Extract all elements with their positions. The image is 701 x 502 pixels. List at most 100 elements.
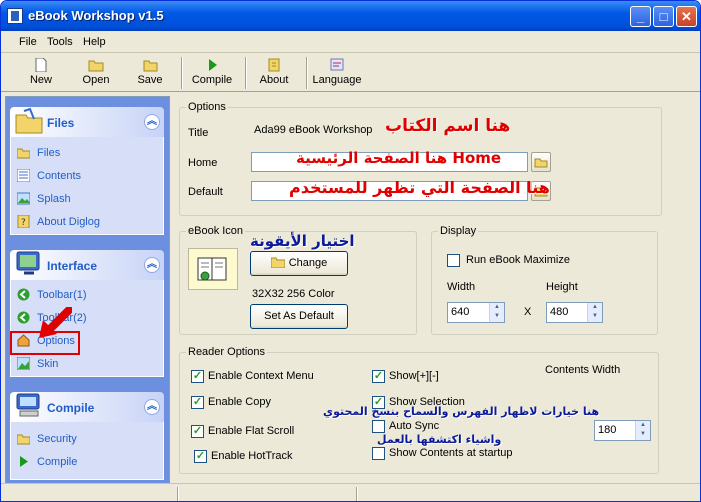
annotation-user-page: هنا الصفحة التي تظهر للمستخدم bbox=[289, 178, 550, 197]
title-bar[interactable]: eBook Workshop v1.5 _ □ ✕ bbox=[1, 1, 700, 31]
spin-arrows-icon[interactable]: ▲ ▼ bbox=[635, 421, 650, 440]
open-folder-icon bbox=[88, 60, 104, 72]
sidebar-item-label: Skin bbox=[37, 358, 59, 370]
ebook-icon-preview bbox=[188, 248, 238, 290]
icon-size-label: 32X32 256 Color bbox=[252, 288, 335, 300]
compile-group-title: Compile bbox=[47, 401, 95, 415]
language-label: Language bbox=[312, 74, 362, 86]
status-bar bbox=[1, 483, 700, 501]
menu-file[interactable]: File bbox=[19, 36, 37, 48]
options-group: Options Title Ada99 eBook Workshop Home … bbox=[179, 101, 662, 216]
menu-bar: File Tools Help bbox=[1, 31, 700, 53]
spin-arrows-icon[interactable]: ▲ ▼ bbox=[587, 303, 602, 322]
menu-tools[interactable]: Tools bbox=[47, 36, 73, 48]
show-contents-label: Show Contents at startup bbox=[389, 447, 513, 459]
status-separator bbox=[356, 487, 358, 501]
change-icon-button[interactable]: Change bbox=[250, 251, 348, 276]
folder-icon bbox=[17, 148, 30, 159]
window-title: eBook Workshop v1.5 bbox=[28, 8, 164, 23]
show-contents-checkbox[interactable]: ✓ bbox=[372, 447, 385, 460]
sidebar: Files ︽ Files Contents Splash ? About Dig… bbox=[5, 96, 170, 490]
app-icon bbox=[7, 8, 23, 24]
app-window: eBook Workshop v1.5 _ □ ✕ File Tools Hel… bbox=[0, 0, 701, 502]
language-button[interactable]: Language bbox=[311, 55, 363, 91]
help-icon: ? bbox=[17, 215, 30, 228]
hottrack-checkbox[interactable]: ✓ bbox=[194, 450, 207, 463]
copy-checkbox[interactable]: ✓ bbox=[191, 396, 204, 409]
status-separator bbox=[177, 487, 179, 501]
arrow-left-icon bbox=[17, 311, 30, 324]
contents-width-spinner[interactable]: 180 ▲ ▼ bbox=[594, 420, 651, 441]
run-maximize-checkbox[interactable]: ✓ bbox=[447, 254, 460, 267]
reader-options-legend: Reader Options bbox=[186, 346, 268, 358]
red-arrow-icon bbox=[39, 307, 72, 338]
annotation-reader-note-1: هنا خيارات لاظهار الفهرس والسماح بنسخ ال… bbox=[323, 405, 600, 418]
sidebar-item-label: Files bbox=[37, 147, 61, 159]
height-value: 480 bbox=[550, 306, 569, 318]
about-button[interactable]: About bbox=[250, 55, 298, 91]
width-value: 640 bbox=[451, 306, 470, 318]
set-as-default-button[interactable]: Set As Default bbox=[250, 304, 348, 329]
annotation-reader-note-2: واشياء اكتشفها بالعمل bbox=[377, 433, 502, 446]
ebook-icon-legend: eBook Icon bbox=[186, 225, 246, 237]
show-plus-minus-label: Show[+][-] bbox=[389, 370, 439, 382]
compile-button[interactable]: Compile bbox=[188, 55, 236, 91]
compile-group-body: Security Compile bbox=[10, 422, 164, 480]
play-icon bbox=[20, 456, 28, 467]
height-label: Height bbox=[546, 281, 578, 293]
collapse-interface-icon[interactable]: ︽ bbox=[144, 257, 160, 273]
browse-home-button[interactable] bbox=[531, 152, 551, 172]
files-group-title: Files bbox=[47, 116, 75, 130]
compile-group-header[interactable]: Compile ︽ bbox=[10, 392, 164, 422]
contents-icon bbox=[17, 169, 30, 182]
play-icon bbox=[209, 59, 217, 71]
annotation-home-page: هنا الصفحة الرئيسية Home bbox=[296, 149, 502, 167]
width-label: Width bbox=[447, 281, 476, 293]
collapse-files-icon[interactable]: ︽ bbox=[144, 114, 160, 130]
files-group-body: Files Contents Splash ? About Diglog bbox=[10, 137, 164, 235]
reader-options-group: Reader Options ✓ Enable Context Menu ✓ E… bbox=[179, 346, 659, 474]
open-folder-icon bbox=[534, 158, 548, 168]
sidebar-item-label: Contents bbox=[37, 170, 82, 182]
folder-icon bbox=[17, 434, 30, 445]
save-icon bbox=[143, 60, 158, 72]
toolbar: New Open Save Compile About Language bbox=[1, 54, 700, 92]
svg-text:?: ? bbox=[21, 218, 26, 228]
about-label: About bbox=[259, 74, 289, 86]
save-button[interactable]: Save bbox=[126, 55, 174, 91]
height-spinner[interactable]: 480 ▲ ▼ bbox=[546, 302, 603, 323]
change-label: Change bbox=[288, 257, 328, 269]
open-label: Open bbox=[82, 74, 110, 86]
open-button[interactable]: Open bbox=[72, 55, 120, 91]
context-menu-label: Enable Context Menu bbox=[208, 370, 314, 382]
sidebar-item-label: About Diglog bbox=[37, 216, 100, 228]
minimize-button[interactable]: _ bbox=[630, 6, 651, 27]
hottrack-label: Enable HotTrack bbox=[211, 450, 293, 462]
collapse-compile-icon[interactable]: ︽ bbox=[144, 399, 160, 415]
options-panel: Options Title Ada99 eBook Workshop Home … bbox=[174, 96, 698, 490]
toolbar-separator bbox=[306, 57, 308, 89]
run-maximize-label: Run eBook Maximize bbox=[466, 254, 570, 266]
title-input[interactable]: Ada99 eBook Workshop bbox=[251, 122, 381, 142]
copy-label: Enable Copy bbox=[208, 396, 271, 408]
context-menu-checkbox[interactable]: ✓ bbox=[191, 370, 204, 383]
show-plus-minus-checkbox[interactable]: ✓ bbox=[372, 370, 385, 383]
width-spinner[interactable]: 640 ▲ ▼ bbox=[447, 302, 505, 323]
annotation-book-name: هنا اسم الكتاب bbox=[385, 116, 511, 136]
about-icon bbox=[268, 58, 280, 72]
auto-sync-checkbox[interactable]: ✓ bbox=[372, 420, 385, 433]
book-icon bbox=[197, 257, 227, 281]
compile-label: Compile bbox=[191, 74, 233, 86]
menu-help[interactable]: Help bbox=[83, 36, 106, 48]
sidebar-item-label: Compile bbox=[37, 456, 78, 468]
spin-arrows-icon[interactable]: ▲ ▼ bbox=[489, 303, 504, 322]
close-button[interactable]: ✕ bbox=[676, 6, 697, 27]
home-label: Home bbox=[188, 157, 218, 169]
flat-scroll-checkbox[interactable]: ✓ bbox=[191, 425, 204, 438]
display-legend: Display bbox=[438, 225, 479, 237]
interface-group-header[interactable]: Interface ︽ bbox=[10, 250, 164, 280]
maximize-button[interactable]: □ bbox=[653, 6, 674, 27]
new-button[interactable]: New bbox=[17, 55, 65, 91]
files-group-header[interactable]: Files ︽ bbox=[10, 107, 164, 137]
flat-scroll-label: Enable Flat Scroll bbox=[208, 425, 295, 437]
